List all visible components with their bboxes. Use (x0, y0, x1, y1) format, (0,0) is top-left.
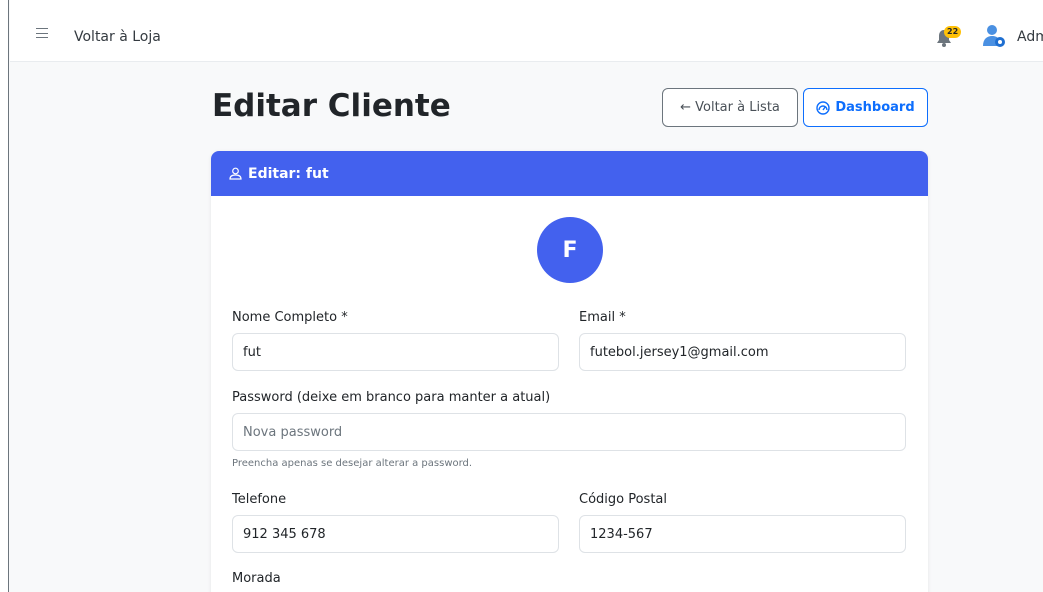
page-title: Editar Cliente (212, 88, 451, 124)
window-left-edge (0, 0, 9, 592)
dashboard-button[interactable]: Dashboard (803, 88, 928, 127)
address-label: Morada (232, 571, 281, 586)
postal-code-input[interactable] (579, 515, 906, 553)
edit-client-card: Editar: fut F Nome Completo * Email * Pa… (211, 151, 928, 592)
postal-code-label: Código Postal (579, 492, 668, 507)
password-label: Password (deixe em branco para manter a … (232, 390, 551, 405)
admin-menu-label[interactable]: Adm (1017, 29, 1043, 45)
name-label: Nome Completo * (232, 310, 348, 325)
phone-label: Telefone (232, 492, 287, 507)
email-label: Email * (579, 310, 626, 325)
dashboard-label: Dashboard (835, 100, 915, 115)
name-input[interactable] (232, 333, 559, 371)
email-input[interactable] (579, 333, 906, 371)
phone-input[interactable] (232, 515, 559, 553)
top-navbar: Voltar à Loja 22 Adm (10, 0, 1043, 62)
notification-count-badge: 22 (944, 26, 962, 38)
menu-toggle-icon[interactable] (36, 28, 48, 38)
client-avatar: F (537, 217, 603, 283)
card-header-title: Editar: fut (248, 165, 329, 182)
back-to-store-link[interactable]: Voltar à Loja (74, 29, 161, 45)
back-to-list-label: ← Voltar à Lista (680, 100, 780, 115)
dashboard-gauge-icon (816, 100, 831, 115)
user-outline-icon (229, 167, 242, 180)
admin-user-gear-icon[interactable] (982, 24, 1006, 48)
password-hint: Preencha apenas se desejar alterar a pas… (232, 458, 473, 469)
back-to-list-button[interactable]: ← Voltar à Lista (662, 88, 798, 127)
card-header: Editar: fut (211, 151, 928, 196)
password-input[interactable] (232, 413, 906, 451)
